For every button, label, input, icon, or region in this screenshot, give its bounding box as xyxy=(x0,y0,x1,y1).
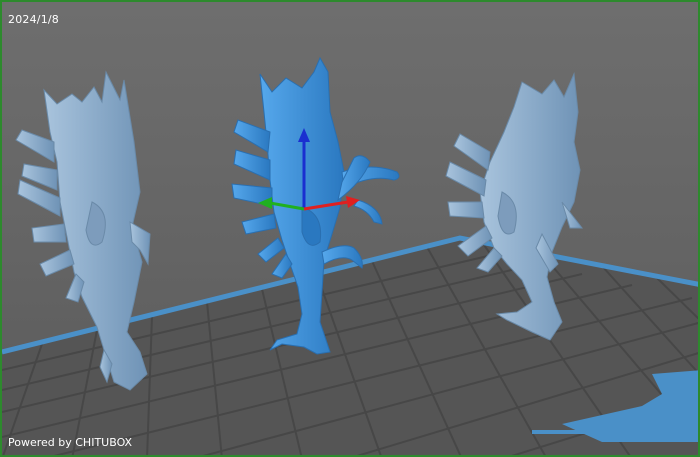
scene-canvas[interactable] xyxy=(2,2,700,457)
powered-by-label: Powered by CHITUBOX xyxy=(8,436,133,449)
date-stamp: 2024/1/8 xyxy=(8,13,60,26)
3d-viewport[interactable]: 2024/1/8 Powered by CHITUBOX xyxy=(0,0,700,457)
